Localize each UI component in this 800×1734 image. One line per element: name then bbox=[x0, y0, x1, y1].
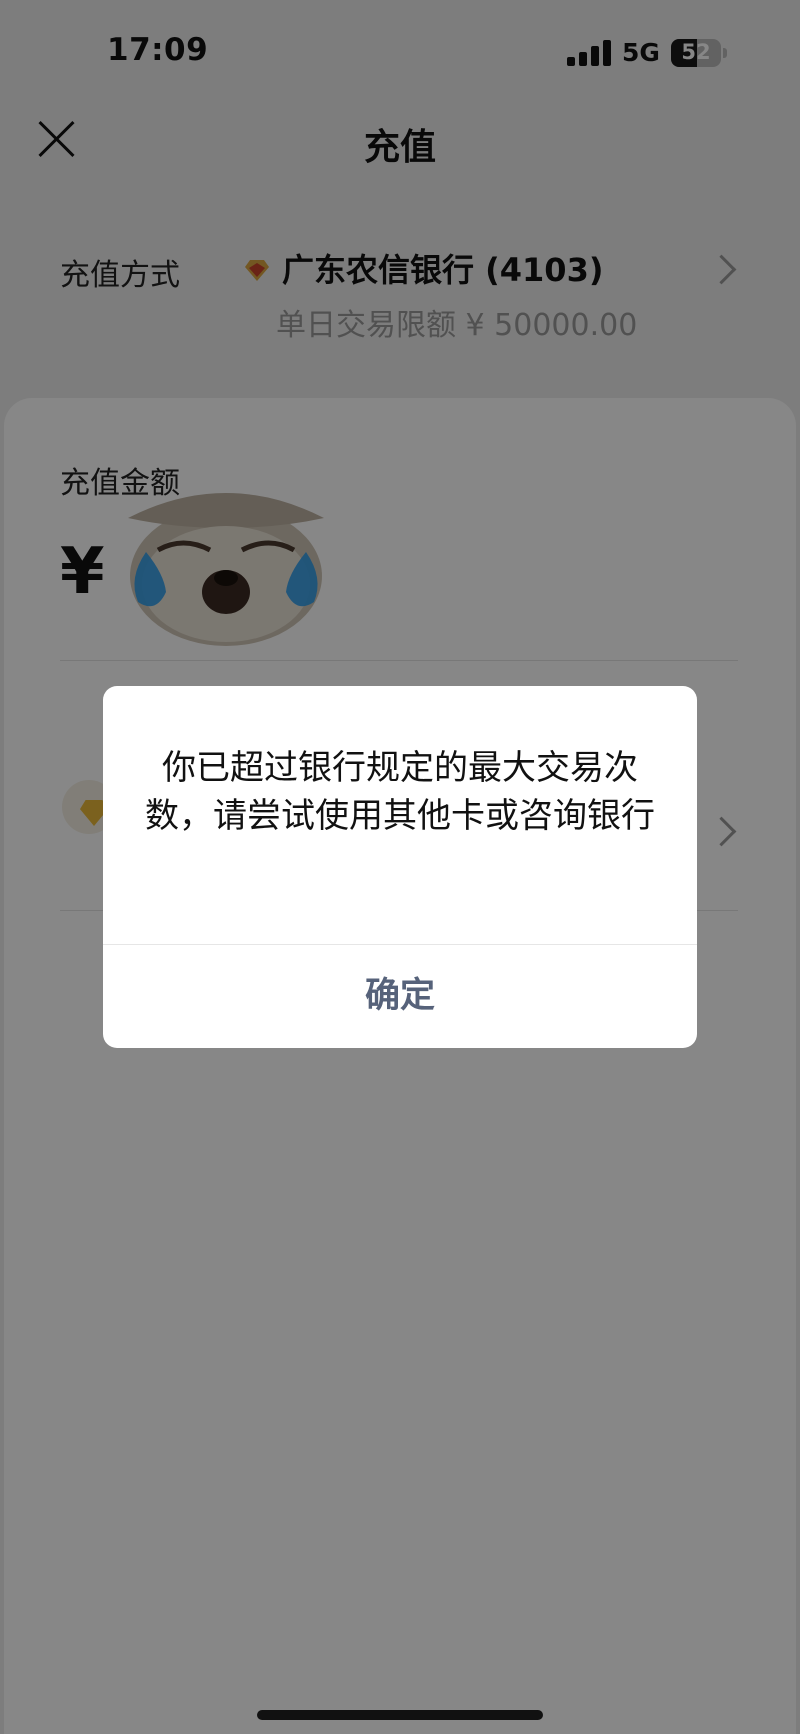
confirm-button[interactable]: 确定 bbox=[103, 945, 697, 1048]
home-indicator[interactable] bbox=[257, 1710, 543, 1720]
alert-dialog: 你已超过银行规定的最大交易次数，请尝试使用其他卡或咨询银行 确定 bbox=[103, 686, 697, 1048]
recharge-page: 17:09 5G 52 充值 充值方式 广东农信银行 (4103) 单日交易限额… bbox=[0, 0, 800, 1734]
dialog-message: 你已超过银行规定的最大交易次数，请尝试使用其他卡或咨询银行 bbox=[145, 748, 655, 836]
